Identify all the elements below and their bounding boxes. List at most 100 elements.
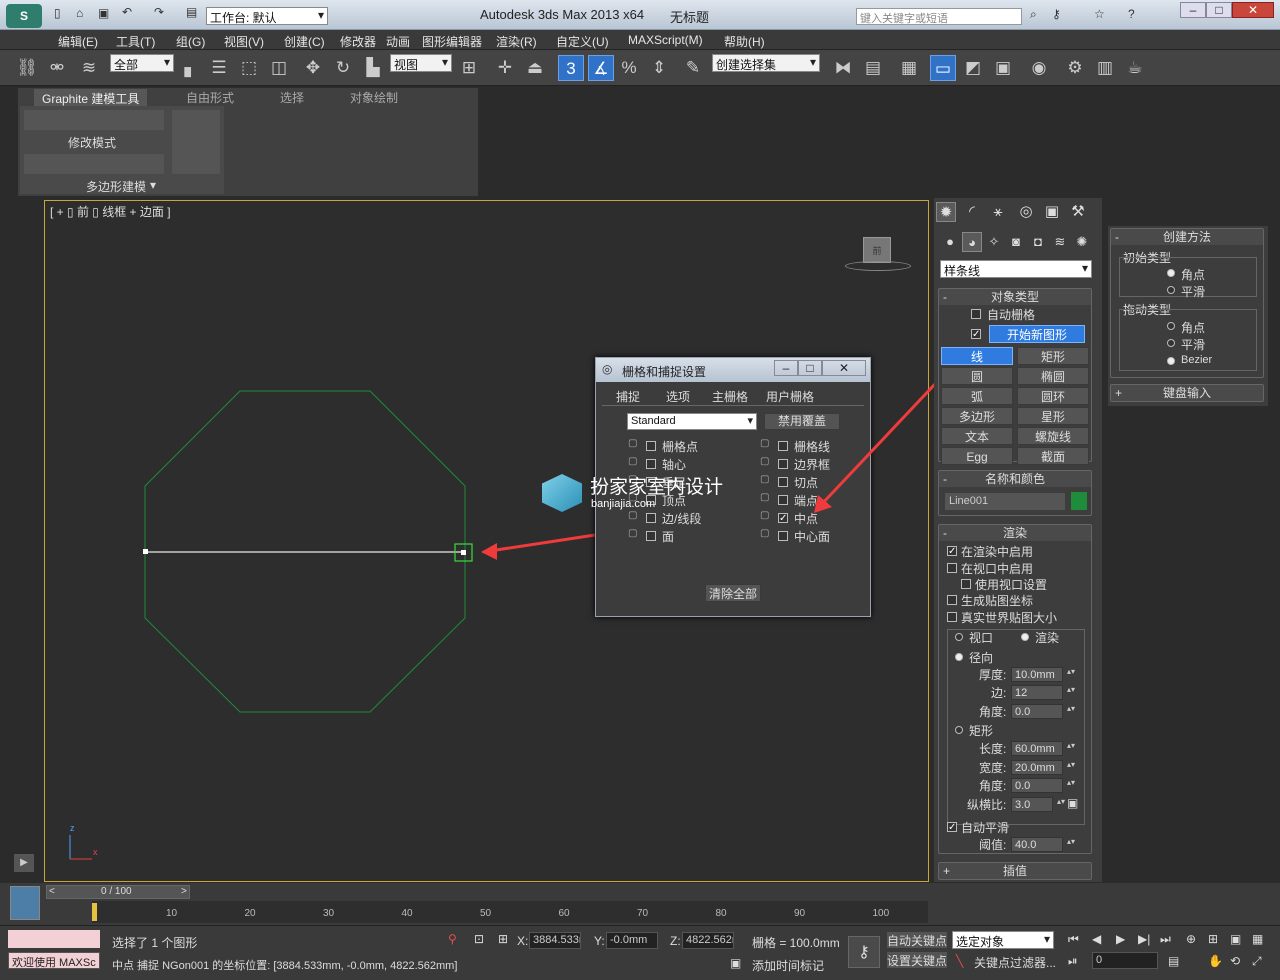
selection-filter-select[interactable]: 全部 [110,54,174,72]
ribbon-side-tools[interactable] [172,110,220,174]
display-tab-icon[interactable]: ▣ [1042,202,1062,222]
new-file-icon[interactable]: ▯ [54,6,61,20]
z-coord-field[interactable]: 4822.562m [682,932,734,949]
align-icon[interactable]: ▤ [860,55,886,81]
rotate-icon[interactable]: ↻ [330,55,356,81]
cameras-icon[interactable]: ◙ [1006,232,1026,252]
zoom-all-icon[interactable]: ⊞ [1208,932,1218,946]
help-search-input[interactable]: 键入关键字或短语 [856,8,1022,25]
rendering-title[interactable]: - 渲染 [939,525,1091,541]
shape-button[interactable]: 星形 [1017,407,1089,425]
set-key-button[interactable]: 设置关键点 [886,951,948,969]
interpolation-title[interactable]: + 插值 [939,863,1091,879]
minimize-button[interactable]: – [1180,2,1206,18]
time-slider-next[interactable]: > [181,886,187,897]
rendering-radio[interactable] [1021,633,1029,641]
autogrid-checkbox[interactable] [971,309,981,319]
x-coord-field[interactable]: 3884.533m [529,932,581,949]
geometry-icon[interactable]: ● [940,232,960,252]
pin-icon[interactable]: ⚲ [448,932,457,946]
prev-frame-icon[interactable]: ◀ [1092,932,1101,946]
render-enable-checkbox[interactable]: ✓ [947,546,957,557]
expand-toggle[interactable]: + [1115,385,1122,401]
hierarchy-tab-icon[interactable]: ⚹ [988,202,1008,222]
keyboard-entry-title[interactable]: + 键盘输入 [1111,385,1263,401]
menu-create[interactable]: 创建(C) [284,33,325,50]
initial-smooth-radio[interactable] [1167,286,1175,294]
time-slider[interactable]: < 0 / 100 > [46,885,190,899]
angle-snap-button[interactable]: ∡ [588,55,614,81]
zoom-extents-all-icon[interactable]: ▦ [1252,932,1263,946]
percent-snap-icon[interactable]: % [616,55,642,81]
project-icon[interactable]: ▤ [186,5,197,19]
use-viewport-checkbox[interactable] [961,579,971,589]
shape-button[interactable]: 圆环 [1017,387,1089,405]
key-icon[interactable]: ⚷ [1052,7,1061,21]
ribbon-tab-object-paint[interactable]: 对象绘制 [350,89,398,106]
undo-icon[interactable]: ↶ [122,5,132,19]
time-slider-prev[interactable]: < [49,886,55,897]
angle-spinner[interactable]: 0.0 [1011,704,1075,719]
open-file-icon[interactable]: ⌂ [76,6,83,20]
collapse-toggle[interactable]: - [943,289,947,305]
key-selection-select[interactable]: 选定对象 [952,931,1054,949]
collapse-toggle[interactable]: - [943,471,947,487]
shape-button[interactable]: Egg [941,447,1013,465]
named-selection-select[interactable]: 创建选择集 [712,54,820,72]
modify-tab-icon[interactable]: ◜ [962,202,982,222]
zoom-extents-icon[interactable]: ▣ [1230,932,1241,946]
shape-button[interactable]: 矩形 [1017,347,1089,365]
snap-type-select[interactable]: Standard [627,413,757,430]
object-name-input[interactable]: Line001 [945,493,1065,510]
ribbon-tab-freeform[interactable]: 自由形式 [186,89,234,106]
shape-button[interactable]: 弧 [941,387,1013,405]
utilities-tab-icon[interactable]: ⚒ [1068,202,1088,222]
collapse-toggle[interactable]: - [1115,229,1119,245]
scale-icon[interactable]: ▙ [360,55,386,81]
width-spinner[interactable]: 20.0mm [1011,760,1075,775]
time-tag-icon[interactable]: ▣ [730,956,741,970]
lights-icon[interactable]: ✧ [984,232,1004,252]
next-frame-icon[interactable]: ▶| [1138,932,1150,946]
name-color-title[interactable]: - 名称和颜色 [939,471,1091,487]
shape-button[interactable]: 文本 [941,427,1013,445]
select-manipulate-icon[interactable]: ✛ [492,55,518,81]
close-button[interactable]: ✕ [1232,2,1274,18]
goto-end-icon[interactable]: ⏭ [1160,932,1171,947]
snap-checkbox-left-0[interactable] [646,441,656,451]
menu-views[interactable]: 视图(V) [224,33,264,50]
expand-toggle[interactable]: + [943,863,950,879]
aspect-spinner[interactable]: 3.0 [1011,797,1065,812]
save-icon[interactable]: ▣ [98,6,109,20]
tab-snaps[interactable]: 捕捉 [616,388,640,405]
move-icon[interactable]: ✥ [300,55,326,81]
creation-method-title[interactable]: - 创建方法 [1111,229,1263,245]
unlink-icon[interactable]: ⚮ [44,55,70,81]
start-new-shape-button[interactable]: 开始新图形 [989,325,1085,343]
tab-home-grid[interactable]: 主栅格 [712,388,748,405]
viewport-nav-arrow[interactable]: ▶ [14,854,34,872]
edit-named-sel-icon[interactable]: ✎ [680,55,706,81]
binoculars-icon[interactable]: ⌕ [1030,7,1037,22]
menu-edit[interactable]: 编辑(E) [58,33,98,50]
render-setup-icon[interactable]: ⚙ [1062,55,1088,81]
schematic-view-icon[interactable]: ▣ [990,55,1016,81]
goto-start-icon[interactable]: ⏮ [1068,932,1079,947]
render-production-icon[interactable]: ☕ [1122,55,1148,81]
time-cursor[interactable] [92,903,97,921]
track-bar[interactable]: 10 20 30 40 50 60 70 80 90 100 [92,901,928,923]
menu-animation[interactable]: 动画 [386,33,410,50]
key-filters-icon[interactable]: ╲ [956,954,963,968]
rectangular-radio[interactable] [955,726,963,734]
autosmooth-checkbox[interactable]: ✓ [947,822,957,833]
window-crossing-icon[interactable]: ◫ [266,55,292,81]
maximize-viewport-icon[interactable]: ⤢ [1252,954,1262,969]
thickness-spinner[interactable]: 10.0mm [1011,667,1075,682]
select-by-name-icon[interactable]: ☰ [206,55,232,81]
absolute-mode-icon[interactable]: ⊞ [498,932,508,946]
add-time-tag-label[interactable]: 添加时间标记 [752,957,824,974]
shapes-icon[interactable]: ◕ [962,232,982,252]
ref-coord-select[interactable]: 视图 [390,54,452,72]
clear-all-button[interactable]: 清除全部 [705,584,761,602]
curve-editor-icon[interactable]: ◩ [960,55,986,81]
